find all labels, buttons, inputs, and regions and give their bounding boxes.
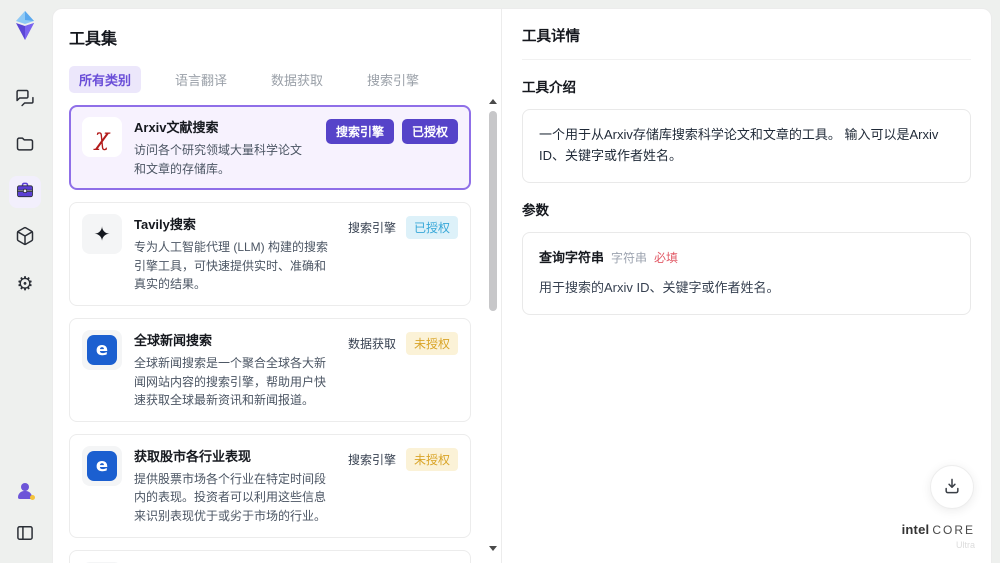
- status-badge: 未授权: [405, 447, 458, 471]
- status-badge: 未授权: [405, 331, 458, 355]
- chat-icon: [15, 88, 35, 113]
- category-tag: 搜索引擎: [347, 452, 396, 467]
- intel-core-logo: intel CORE Ultra: [902, 520, 975, 551]
- app-logo[interactable]: [10, 10, 40, 42]
- param-required-badge: 必填: [654, 250, 679, 265]
- tools-panel: 工具集 所有类别 语言翻译 数据获取 搜索引擎 χ Arxiv文献搜索 访问各个研究领域大…: [53, 9, 501, 563]
- category-tab-3[interactable]: 搜索引擎: [357, 66, 429, 93]
- category-tabs: 所有类别 语言翻译 数据获取 搜索引擎: [69, 66, 485, 93]
- scroll-down-arrow[interactable]: [489, 546, 497, 551]
- core-wordmark: CORE: [932, 523, 975, 538]
- params-heading: 参数: [522, 202, 549, 218]
- folder-icon: [15, 134, 35, 159]
- sidebar-item-settings[interactable]: ⚙: [9, 268, 41, 300]
- tool-tags: 数据获取 未授权: [346, 330, 458, 410]
- status-badge: 已授权: [405, 216, 458, 240]
- tool-description: 专为人工智能代理 (LLM) 构建的搜索引擎工具，可快速提供实时、准确和真实的结…: [134, 240, 329, 292]
- download-icon: [942, 476, 962, 499]
- tool-tags: 搜索引擎未授权: [346, 446, 458, 526]
- ultra-wordmark: Ultra: [955, 540, 975, 551]
- sidebar-item-packages[interactable]: [9, 222, 41, 254]
- tool-card-4[interactable]: e获取市场最活跃股票信息提供当天交易量最高的股票列表，投资者可以利用这些信息来识…: [69, 549, 471, 563]
- tool-name: Arxiv文献搜索: [134, 120, 219, 135]
- tool-name: Tavily搜索: [134, 217, 196, 233]
- tool-card-1[interactable]: ✦ Tavily搜索专为人工智能代理 (LLM) 构建的搜索引擎工具，可快速提供实…: [69, 202, 471, 306]
- blueapp-icon: e: [82, 445, 122, 486]
- main-content: 工具集 所有类别 语言翻译 数据获取 搜索引擎 χ Arxiv文献搜索 访问各个研究领域大…: [52, 8, 992, 563]
- tool-card-3[interactable]: e 获取股市各行业表现提供股票市场各个行业在特定时间段内的表现。投资者可以利用这些…: [69, 433, 471, 538]
- tool-card-0[interactable]: χ Arxiv文献搜索访问各个研究领域大量科学论文和文章的存储库。 搜索引擎 已授权: [69, 105, 471, 191]
- sidebar-nav: ⚙: [9, 84, 41, 300]
- param-name: 查询字符串: [539, 249, 605, 265]
- category-tab-1[interactable]: 语言翻译: [165, 66, 237, 93]
- tool-name: 全球新闻搜索: [134, 332, 213, 348]
- param-header: 查询字符串 字符串 必填: [539, 248, 954, 269]
- intro-box: 一个用于从Arxiv存储库搜索科学论文和文章的工具。 输入可以是Arxiv ID…: [522, 109, 971, 183]
- category-tab-0[interactable]: 所有类别: [69, 66, 142, 93]
- category-tag: 数据获取: [347, 336, 396, 351]
- sidebar: ⚙: [0, 0, 50, 563]
- category-tag: 搜索引擎: [325, 119, 394, 144]
- scroll-up-arrow[interactable]: [489, 99, 497, 104]
- tool-card-2[interactable]: e 全球新闻搜索全球新闻搜索是一个聚合全球各大新闻网站内容的搜索引擎，帮助用户快速…: [69, 317, 471, 422]
- tool-tags: 搜索引擎 已授权: [346, 214, 458, 294]
- sidebar-bottom: [9, 475, 41, 551]
- tool-description: 访问各个研究领域大量科学论文和文章的存储库。: [134, 143, 303, 176]
- user-avatar-button[interactable]: [9, 475, 41, 507]
- collapse-panel-button[interactable]: [9, 519, 41, 551]
- sidebar-item-files[interactable]: [9, 130, 41, 162]
- category-tag: 搜索引擎: [347, 221, 396, 236]
- blueapp-icon: e: [82, 329, 122, 370]
- arxiv-icon: χ: [82, 117, 122, 157]
- sidebar-item-chat[interactable]: [9, 84, 41, 116]
- sidebar-item-tools[interactable]: [9, 176, 41, 208]
- list-scrollbar[interactable]: [488, 99, 498, 551]
- user-icon: [15, 481, 35, 501]
- param-description: 用于搜索的Arxiv ID、关键字或作者姓名。: [539, 280, 780, 296]
- intro-heading: 工具介绍: [522, 80, 576, 95]
- package-icon: [15, 226, 35, 251]
- gear-icon: ⚙: [16, 273, 34, 295]
- star-icon: ✦: [82, 214, 122, 255]
- panel-toggle-icon: [15, 523, 35, 548]
- tool-tags: 搜索引擎 已授权: [325, 117, 458, 178]
- details-panel: 工具详情 工具介绍 一个用于从Arxiv存储库搜索科学论文和文章的工具。 输入可…: [501, 9, 991, 563]
- tool-description: 提供股票市场各个行业在特定时间段内的表现。投资者可以利用这些信息来识别表现优于或…: [134, 471, 327, 523]
- tool-description: 全球新闻搜索是一个聚合全球各大新闻网站内容的搜索引擎，帮助用户快速获取全球最新资…: [134, 355, 327, 408]
- tool-list: χ Arxiv文献搜索 访问各个研究领域大量科学论文和文章的存储库。 搜索引擎 已授权 ✦…: [69, 105, 485, 563]
- category-tab-2[interactable]: 数据获取: [261, 66, 333, 93]
- scrollbar-thumb[interactable]: [489, 111, 497, 311]
- download-button[interactable]: [930, 465, 974, 509]
- status-badge: 已授权: [401, 119, 458, 144]
- page-title: 工具集: [69, 31, 118, 48]
- tool-name: 获取股市各行业表现: [134, 448, 252, 464]
- intel-wordmark: intel: [901, 522, 930, 538]
- details-title: 工具详情: [522, 25, 971, 60]
- intro-text: 一个用于从Arxiv存储库搜索科学论文和文章的工具。 输入可以是Arxiv ID…: [539, 127, 939, 163]
- toolbox-icon: [15, 180, 35, 205]
- param-type: 字符串: [611, 250, 648, 265]
- param-box: 查询字符串 字符串 必填 用于搜索的Arxiv ID、关键字或作者姓名。: [522, 231, 971, 316]
